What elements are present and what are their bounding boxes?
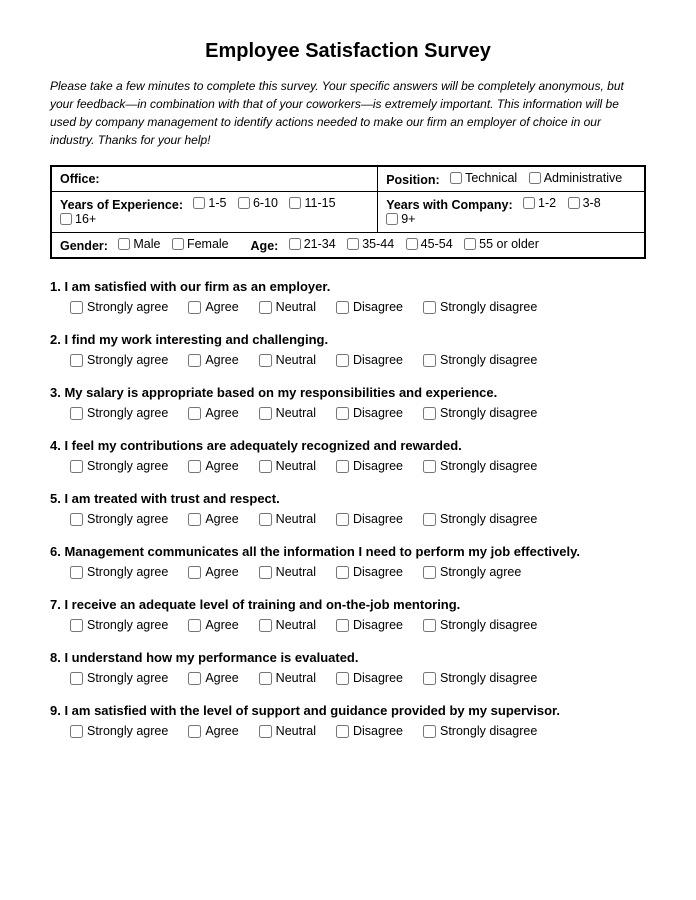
question-3-option-2[interactable]: Neutral <box>259 406 316 420</box>
years-company-3-8[interactable]: 3-8 <box>568 196 601 210</box>
question-3: 3. My salary is appropriate based on my … <box>50 385 646 420</box>
question-8-option-2[interactable]: Neutral <box>259 671 316 685</box>
question-6-text: 6. Management communicates all the infor… <box>50 544 646 559</box>
question-1-option-0[interactable]: Strongly agree <box>70 300 168 314</box>
question-6-option-1[interactable]: Agree <box>188 565 238 579</box>
question-6-option-3[interactable]: Disagree <box>336 565 403 579</box>
question-4-option-0[interactable]: Strongly agree <box>70 459 168 473</box>
gender-male[interactable]: Male <box>118 237 160 251</box>
question-5-options: Strongly agree Agree Neutral Disagree Strong… <box>50 512 646 526</box>
question-2-option-1[interactable]: Agree <box>188 353 238 367</box>
question-1-option-3[interactable]: Disagree <box>336 300 403 314</box>
question-1-option-4[interactable]: Strongly disagree <box>423 300 537 314</box>
position-label: Position: <box>386 173 439 187</box>
question-2-option-3[interactable]: Disagree <box>336 353 403 367</box>
question-8-text: 8. I understand how my performance is ev… <box>50 650 646 665</box>
question-3-option-3[interactable]: Disagree <box>336 406 403 420</box>
intro-text: Please take a few minutes to complete th… <box>50 77 646 149</box>
years-company-1-2[interactable]: 1-2 <box>523 196 556 210</box>
question-8-option-4[interactable]: Strongly disagree <box>423 671 537 685</box>
age-55-older[interactable]: 55 or older <box>464 237 539 251</box>
years-exp-6-10[interactable]: 6-10 <box>238 196 278 210</box>
question-7-option-3[interactable]: Disagree <box>336 618 403 632</box>
gender-female[interactable]: Female <box>172 237 229 251</box>
question-3-option-4[interactable]: Strongly disagree <box>423 406 537 420</box>
question-4-option-1[interactable]: Agree <box>188 459 238 473</box>
question-7: 7. I receive an adequate level of traini… <box>50 597 646 632</box>
question-5-option-0[interactable]: Strongly agree <box>70 512 168 526</box>
office-label: Office: <box>60 172 100 186</box>
question-2-option-2[interactable]: Neutral <box>259 353 316 367</box>
question-9-option-0[interactable]: Strongly agree <box>70 724 168 738</box>
question-6-option-0[interactable]: Strongly agree <box>70 565 168 579</box>
age-45-54[interactable]: 45-54 <box>406 237 453 251</box>
age-21-34[interactable]: 21-34 <box>289 237 336 251</box>
question-1-option-2[interactable]: Neutral <box>259 300 316 314</box>
question-3-option-1[interactable]: Agree <box>188 406 238 420</box>
question-5-option-2[interactable]: Neutral <box>259 512 316 526</box>
question-8: 8. I understand how my performance is ev… <box>50 650 646 685</box>
gender-label: Gender: <box>60 239 108 253</box>
question-9: 9. I am satisfied with the level of supp… <box>50 703 646 738</box>
question-7-option-1[interactable]: Agree <box>188 618 238 632</box>
years-exp-1-5[interactable]: 1-5 <box>193 196 226 210</box>
age-label: Age: <box>251 239 279 253</box>
question-1-text: 1. I am satisfied with our firm as an em… <box>50 279 646 294</box>
question-4: 4. I feel my contributions are adequatel… <box>50 438 646 473</box>
years-exp-label: Years of Experience: <box>60 198 183 212</box>
question-4-option-4[interactable]: Strongly disagree <box>423 459 537 473</box>
years-exp-11-15[interactable]: 11-15 <box>289 196 335 210</box>
question-7-option-2[interactable]: Neutral <box>259 618 316 632</box>
question-4-text: 4. I feel my contributions are adequatel… <box>50 438 646 453</box>
question-4-option-3[interactable]: Disagree <box>336 459 403 473</box>
demographics-table: Office: Position: Technical Administrati… <box>50 165 646 259</box>
question-9-text: 9. I am satisfied with the level of supp… <box>50 703 646 718</box>
question-7-option-4[interactable]: Strongly disagree <box>423 618 537 632</box>
question-5-option-1[interactable]: Agree <box>188 512 238 526</box>
position-administrative[interactable]: Administrative <box>529 171 623 185</box>
question-2: 2. I find my work interesting and challe… <box>50 332 646 367</box>
question-9-option-3[interactable]: Disagree <box>336 724 403 738</box>
question-7-options: Strongly agree Agree Neutral Disagree Strong… <box>50 618 646 632</box>
question-2-option-0[interactable]: Strongly agree <box>70 353 168 367</box>
years-company-9plus[interactable]: 9+ <box>386 212 415 226</box>
question-6: 6. Management communicates all the infor… <box>50 544 646 579</box>
question-3-option-0[interactable]: Strongly agree <box>70 406 168 420</box>
question-9-option-4[interactable]: Strongly disagree <box>423 724 537 738</box>
question-8-option-1[interactable]: Agree <box>188 671 238 685</box>
question-9-option-1[interactable]: Agree <box>188 724 238 738</box>
page-title: Employee Satisfaction Survey <box>50 40 646 63</box>
question-9-options: Strongly agree Agree Neutral Disagree Strong… <box>50 724 646 738</box>
question-5-text: 5. I am treated with trust and respect. <box>50 491 646 506</box>
question-6-options: Strongly agree Agree Neutral Disagree Strong… <box>50 565 646 579</box>
question-2-option-4[interactable]: Strongly disagree <box>423 353 537 367</box>
question-7-text: 7. I receive an adequate level of traini… <box>50 597 646 612</box>
question-3-text: 3. My salary is appropriate based on my … <box>50 385 646 400</box>
question-4-option-2[interactable]: Neutral <box>259 459 316 473</box>
question-8-option-0[interactable]: Strongly agree <box>70 671 168 685</box>
question-8-options: Strongly agree Agree Neutral Disagree Strong… <box>50 671 646 685</box>
question-1-options: Strongly agree Agree Neutral Disagree Strong… <box>50 300 646 314</box>
question-1: 1. I am satisfied with our firm as an em… <box>50 279 646 314</box>
question-4-options: Strongly agree Agree Neutral Disagree Strong… <box>50 459 646 473</box>
question-2-text: 2. I find my work interesting and challe… <box>50 332 646 347</box>
years-exp-16plus[interactable]: 16+ <box>60 212 96 226</box>
question-8-option-3[interactable]: Disagree <box>336 671 403 685</box>
question-5-option-4[interactable]: Strongly disagree <box>423 512 537 526</box>
question-3-options: Strongly agree Agree Neutral Disagree Strong… <box>50 406 646 420</box>
questions-container: 1. I am satisfied with our firm as an em… <box>50 279 646 738</box>
years-company-label: Years with Company: <box>386 198 512 212</box>
age-35-44[interactable]: 35-44 <box>347 237 394 251</box>
question-6-option-4[interactable]: Strongly agree <box>423 565 521 579</box>
position-technical[interactable]: Technical <box>450 171 517 185</box>
question-1-option-1[interactable]: Agree <box>188 300 238 314</box>
question-2-options: Strongly agree Agree Neutral Disagree Strong… <box>50 353 646 367</box>
question-6-option-2[interactable]: Neutral <box>259 565 316 579</box>
question-5-option-3[interactable]: Disagree <box>336 512 403 526</box>
question-9-option-2[interactable]: Neutral <box>259 724 316 738</box>
question-7-option-0[interactable]: Strongly agree <box>70 618 168 632</box>
question-5: 5. I am treated with trust and respect. S… <box>50 491 646 526</box>
